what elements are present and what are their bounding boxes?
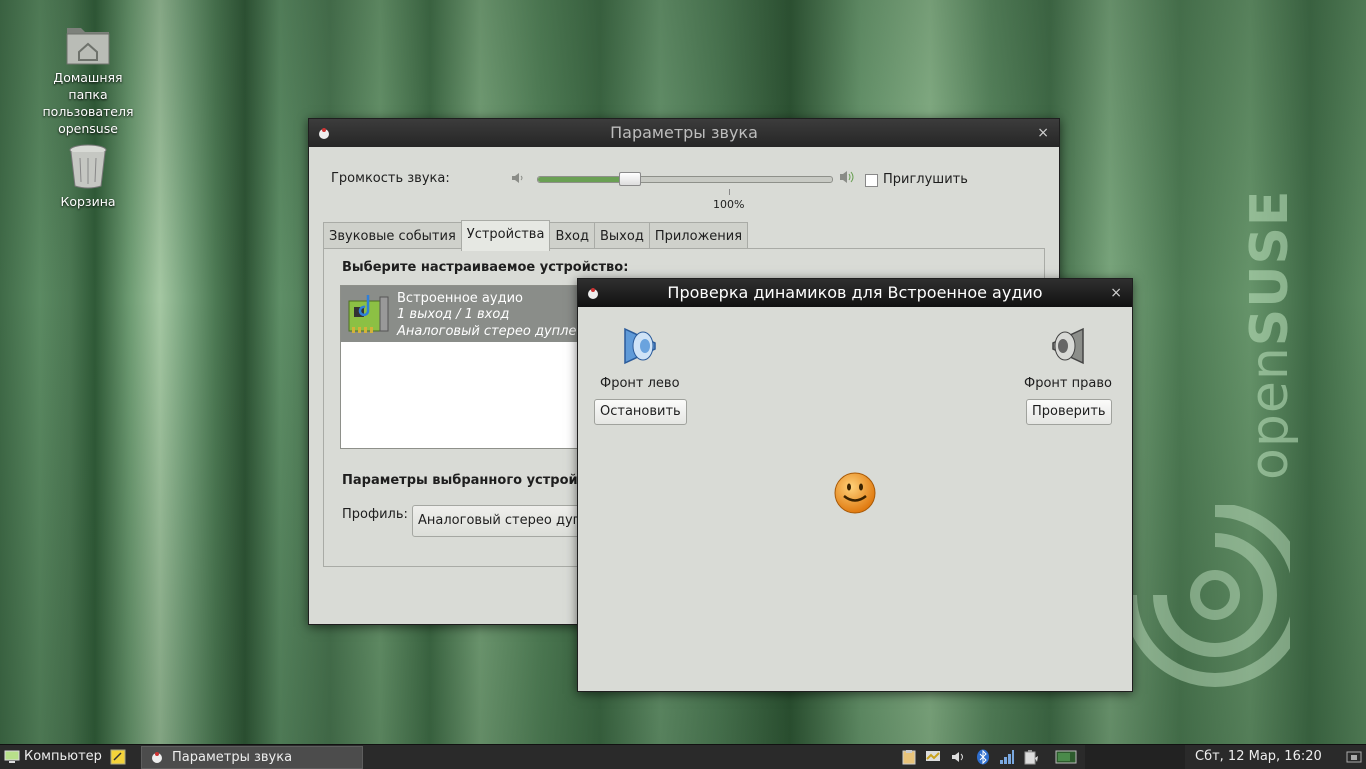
- workspace-switcher-icon[interactable]: [1055, 749, 1077, 765]
- system-monitor-icon[interactable]: [925, 749, 941, 765]
- bluetooth-icon[interactable]: [975, 749, 991, 765]
- speaker-test-window: Проверка динамиков для Встроенное аудио …: [577, 278, 1133, 692]
- clipboard-icon[interactable]: [901, 749, 917, 765]
- choose-device-heading: Выберите настраиваемое устройство:: [342, 260, 629, 275]
- home-folder-label-line1: Домашняя папка: [53, 70, 123, 102]
- window-titlebar[interactable]: Проверка динамиков для Встроенное аудио …: [578, 279, 1132, 307]
- network-signal-icon[interactable]: [999, 749, 1015, 765]
- volume-100-tick: [729, 189, 730, 195]
- listener-smiley-icon: [834, 472, 876, 514]
- device-profile-desc: Аналоговый стерео дуплекс: [397, 324, 592, 339]
- show-desktop-icon[interactable]: [1346, 749, 1362, 765]
- battery-icon[interactable]: [1023, 749, 1039, 765]
- speaker-high-icon: [840, 171, 854, 183]
- computer-menu-button[interactable]: Компьютер: [24, 745, 102, 769]
- home-folder-icon: [66, 28, 110, 65]
- speaker-low-icon: [512, 173, 523, 183]
- app-menu-icon[interactable]: [586, 286, 600, 300]
- stop-left-button[interactable]: Остановить: [594, 399, 687, 425]
- tab-devices[interactable]: Устройства: [460, 220, 551, 251]
- taskbar-window-sound-preferences[interactable]: Параметры звука: [141, 746, 363, 769]
- test-right-button[interactable]: Проверить: [1026, 399, 1112, 425]
- workspace-area[interactable]: [1085, 745, 1185, 769]
- task-label: Параметры звука: [172, 750, 293, 765]
- notes-icon[interactable]: [110, 749, 126, 765]
- home-folder-shortcut[interactable]: Домашняя папка пользователя opensuse: [33, 22, 143, 137]
- computer-menu-icon[interactable]: [4, 749, 20, 765]
- volume-slider-handle[interactable]: [619, 172, 641, 186]
- trash-shortcut[interactable]: Корзина: [33, 142, 143, 210]
- volume-slider[interactable]: [537, 176, 833, 183]
- tab-output[interactable]: Выход: [594, 222, 650, 250]
- window-title: Проверка динамиков для Встроенное аудио: [667, 283, 1043, 302]
- device-ports: 1 выход / 1 вход: [397, 307, 510, 322]
- volume-100-label: 100%: [713, 198, 745, 211]
- volume-slider-fill: [538, 177, 633, 182]
- speaker-left-label: Фронт лево: [600, 376, 680, 391]
- home-folder-label-line2: пользователя: [42, 104, 134, 119]
- trash-icon: [69, 144, 107, 189]
- speaker-left-active-icon: [624, 327, 656, 365]
- close-icon[interactable]: ×: [1110, 279, 1122, 307]
- home-folder-label-line3: opensuse: [58, 121, 118, 136]
- taskbar: Компьютер Параметры звука Сбт, 12 Мар, 1…: [0, 744, 1366, 769]
- opensuse-swirl-icon: [1130, 505, 1290, 687]
- mute-checkbox[interactable]: [865, 174, 878, 187]
- opensuse-brand: openSUSE: [1240, 189, 1300, 480]
- volume-label: Громкость звука:: [331, 171, 450, 186]
- sound-card-icon: [348, 295, 389, 333]
- close-icon[interactable]: ×: [1037, 119, 1049, 147]
- window-title: Параметры звука: [610, 123, 758, 142]
- tab-sound-events[interactable]: Звуковые события: [323, 222, 462, 250]
- device-name: Встроенное аудио: [397, 291, 523, 306]
- volume-tray-icon[interactable]: [950, 749, 966, 765]
- trash-label: Корзина: [60, 194, 116, 209]
- mute-label[interactable]: Приглушить: [883, 172, 968, 187]
- speaker-right-icon: [1052, 327, 1084, 365]
- profile-label: Профиль:: [342, 507, 408, 522]
- tab-bar: Звуковые события Устройства Вход Выход П…: [323, 220, 749, 251]
- tab-applications[interactable]: Приложения: [648, 222, 749, 250]
- app-menu-icon[interactable]: [317, 126, 331, 140]
- task-app-icon: [152, 752, 162, 763]
- window-titlebar[interactable]: Параметры звука ×: [309, 119, 1059, 147]
- speaker-right-label: Фронт право: [1024, 376, 1112, 391]
- selected-params-heading: Параметры выбранного устройства: [342, 473, 610, 488]
- tab-input[interactable]: Вход: [549, 222, 595, 250]
- clock[interactable]: Сбт, 12 Мар, 16:20: [1195, 745, 1322, 769]
